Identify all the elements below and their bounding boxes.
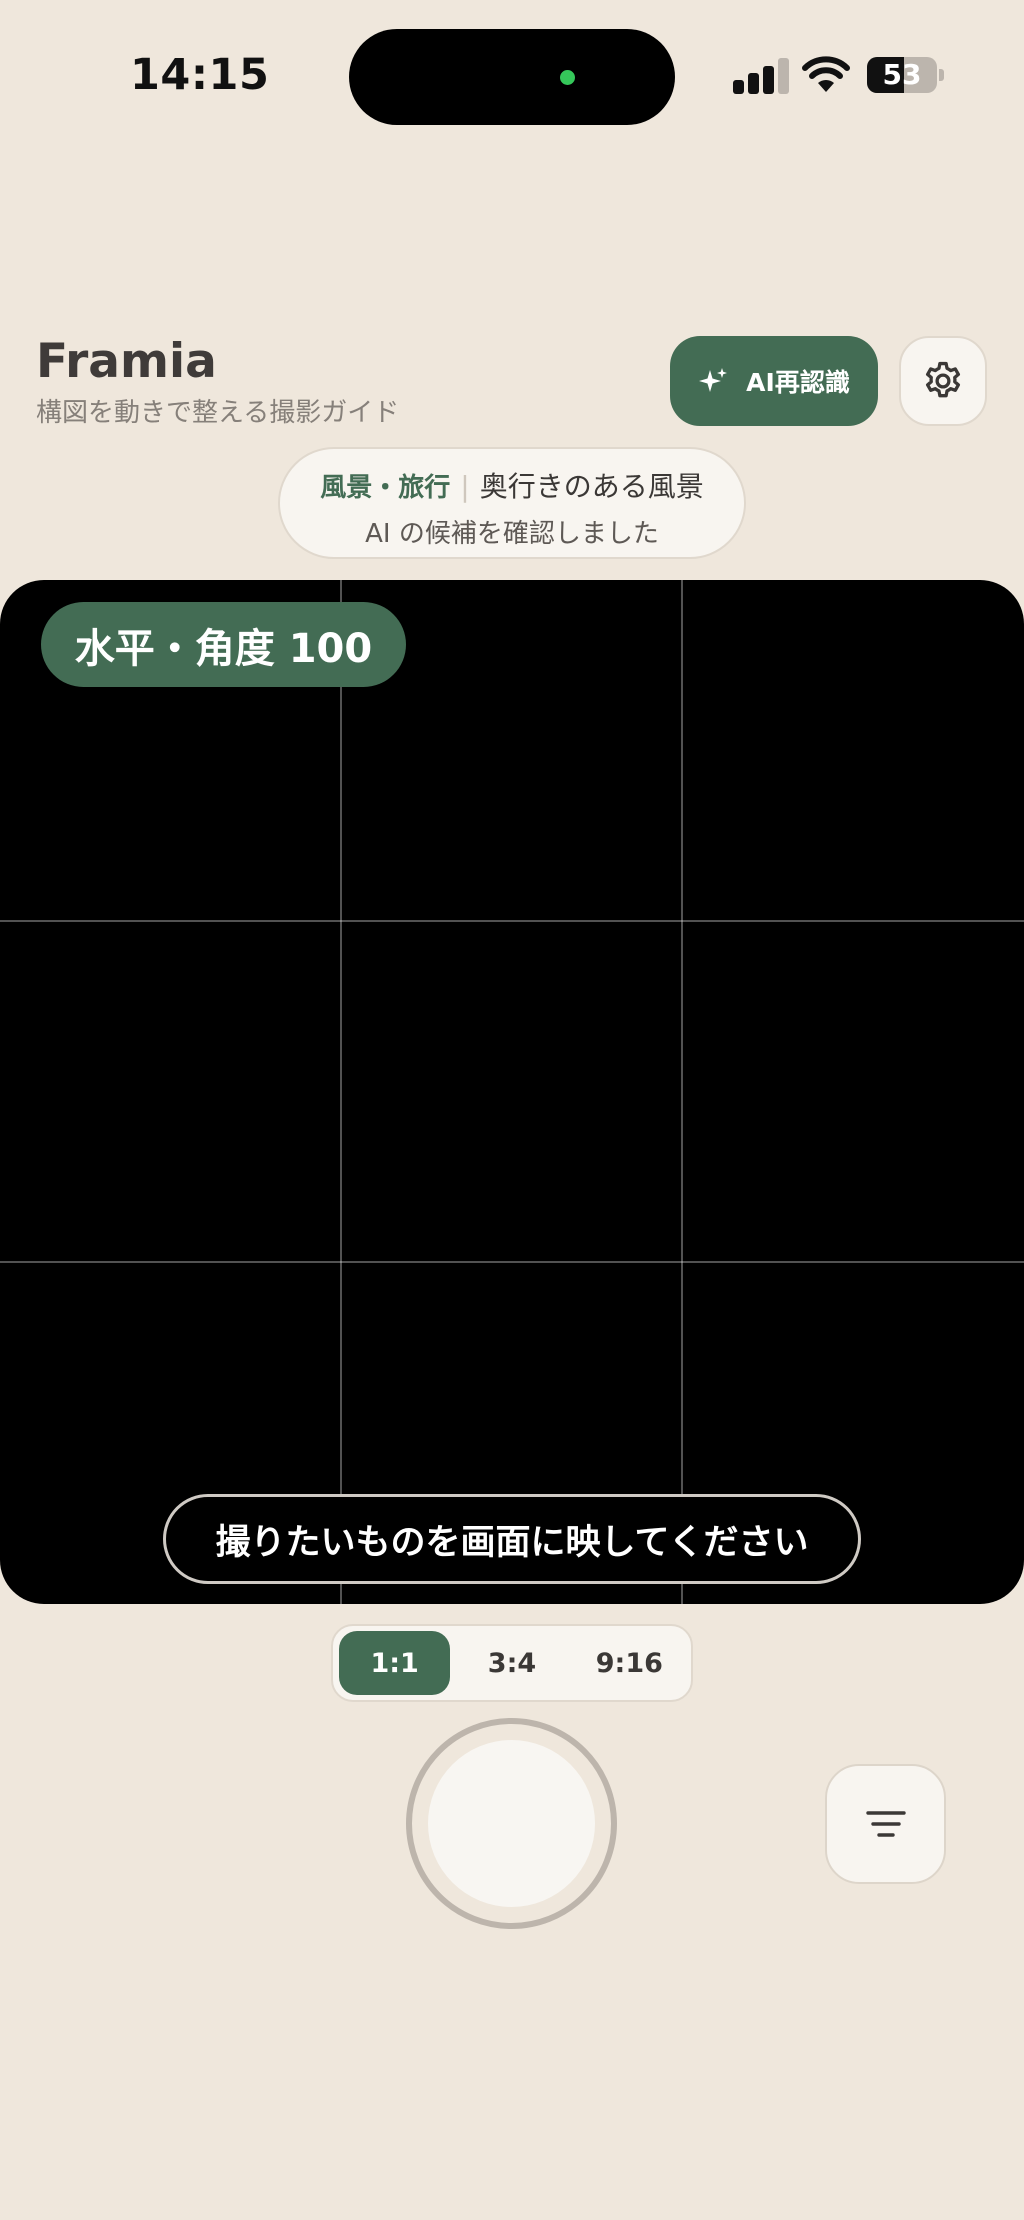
grid-line-vertical-2 <box>681 580 683 1604</box>
recognition-pill[interactable]: 風景・旅行 | 奥行きのある風景 AI の候補を確認しました <box>278 447 746 559</box>
settings-button[interactable] <box>899 336 987 426</box>
filter-menu-icon <box>865 1811 906 1837</box>
filter-menu-button[interactable] <box>825 1764 946 1884</box>
signal-icon <box>733 58 789 94</box>
camera-screen: 14:15 53 Framia 構図を動きで整える撮影ガイド AI再認識 風景・… <box>0 0 1024 2220</box>
aspect-ratio-selector: 1:1 3:4 9:16 <box>331 1624 693 1702</box>
recognition-category: 風景・旅行 <box>320 473 451 503</box>
status-time: 14:15 <box>130 50 270 100</box>
camera-indicator-dot <box>560 70 575 85</box>
level-angle-badge: 水平・角度 100 <box>41 602 406 687</box>
dynamic-island <box>349 29 675 125</box>
recognition-scene: 奥行きのある風景 <box>479 470 704 503</box>
recognition-status: AI の候補を確認しました <box>365 519 659 549</box>
ratio-option-9-16[interactable]: 9:16 <box>574 1631 685 1695</box>
shutter-button-inner <box>428 1740 595 1907</box>
gear-icon <box>925 361 961 398</box>
battery-level: 53 <box>882 58 922 91</box>
wifi-icon <box>802 56 850 92</box>
recognition-result: 風景・旅行 | 奥行きのある風景 <box>280 465 744 505</box>
ratio-option-1-1[interactable]: 1:1 <box>339 1631 451 1695</box>
camera-preview[interactable]: 水平・角度 100 撮りたいものを画面に映してください <box>0 580 1024 1604</box>
ai-button-label: AI再認識 <box>746 368 850 397</box>
sparkle-icon <box>699 368 728 392</box>
app-title: Framia <box>36 334 217 389</box>
ratio-option-3-4[interactable]: 3:4 <box>456 1631 567 1695</box>
ai-recognize-button[interactable]: AI再認識 <box>670 336 878 426</box>
grid-line-vertical-1 <box>340 580 342 1604</box>
grid-line-horizontal-1 <box>0 920 1024 922</box>
recognition-separator: | <box>460 470 470 503</box>
battery-cap <box>939 69 944 81</box>
grid-line-horizontal-2 <box>0 1261 1024 1263</box>
shutter-button[interactable] <box>406 1718 617 1929</box>
guidance-hint: 撮りたいものを画面に映してください <box>163 1494 861 1584</box>
battery-icon: 53 <box>867 57 937 93</box>
app-subtitle: 構図を動きで整える撮影ガイド <box>36 398 400 428</box>
